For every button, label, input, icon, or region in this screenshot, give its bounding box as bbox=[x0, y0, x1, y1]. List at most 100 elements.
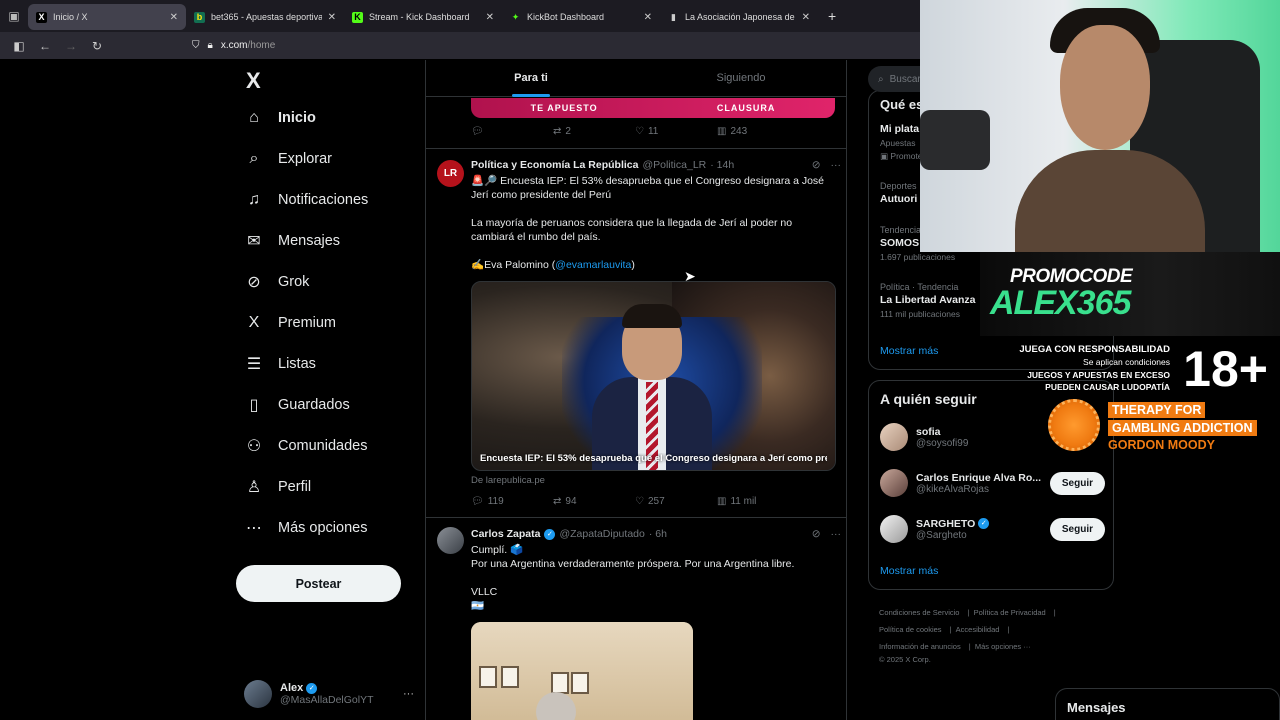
show-more-link[interactable]: Mostrar más bbox=[880, 565, 938, 577]
nav-item-grok[interactable]: ⊘ Grok bbox=[244, 272, 309, 292]
nav-label: Listas bbox=[278, 356, 316, 372]
nav-item-premium[interactable]: X Premium bbox=[244, 313, 336, 333]
therapy-text: GAMBLING ADDICTION bbox=[1108, 420, 1257, 436]
more-icon[interactable]: ··· bbox=[403, 688, 414, 700]
tab-title: KickBot Dashboard bbox=[527, 12, 605, 22]
x-logo-icon[interactable]: X bbox=[246, 68, 261, 94]
browser-tab[interactable]: ✦ KickBot Dashboard ✕ bbox=[502, 4, 660, 30]
close-tab-icon[interactable]: ✕ bbox=[802, 12, 810, 23]
gambling-warning: JUEGA CON RESPONSABILIDAD Se aplican con… bbox=[1000, 341, 1280, 456]
post-avatar[interactable]: LR bbox=[437, 160, 464, 187]
search-icon: ⌕ bbox=[878, 73, 884, 85]
avatar bbox=[880, 515, 908, 543]
nav-item-notificaciones[interactable]: ♫ Notificaciones bbox=[244, 190, 368, 210]
sidebar-toggle-icon[interactable]: ◧ bbox=[8, 39, 30, 53]
new-tab-button[interactable]: + bbox=[818, 8, 846, 24]
follow-button[interactable]: Seguir bbox=[1049, 517, 1105, 541]
post-author[interactable]: Política y Economía La República bbox=[471, 159, 638, 171]
browser-nav-bar: ◧ ← → ↻ ⛉ 🔒︎ x.com/home bbox=[0, 32, 920, 59]
browser-tab[interactable]: ▮ La Asociación Japonesa de Fútbol ✕ bbox=[660, 4, 818, 30]
follow-button[interactable]: Seguir bbox=[1049, 471, 1105, 495]
browser-tab-bar: ▣ X Inicio / X ✕ b bet365 - Apuestas depo… bbox=[0, 0, 920, 32]
url-bar[interactable]: ⛉ 🔒︎ x.com/home bbox=[192, 40, 275, 51]
post-image[interactable]: Encuesta IEP: El 53% desaprueba que el C… bbox=[471, 281, 836, 471]
link-source[interactable]: De larepublica.pe bbox=[471, 475, 545, 486]
account-switcher[interactable]: Alex ✓ @MasAllaDelGolYT ··· bbox=[244, 680, 414, 708]
post-image[interactable] bbox=[471, 622, 693, 720]
like-button[interactable]: ♡ 257 bbox=[635, 496, 717, 507]
mention-link[interactable]: @evamarlauvita bbox=[555, 259, 631, 271]
footer-links: Condiciones de Servicio | Política de Pri… bbox=[879, 608, 1056, 664]
like-button[interactable]: ♡ 11 bbox=[635, 126, 717, 137]
browser-tab[interactable]: X Inicio / X ✕ bbox=[28, 4, 186, 30]
nav-item-más-opciones[interactable]: ⋯ Más opciones bbox=[244, 518, 367, 538]
post-handle[interactable]: @Politica_LR bbox=[642, 159, 706, 171]
avatar bbox=[880, 423, 908, 451]
footer-link[interactable]: Política de Privacidad bbox=[974, 608, 1046, 617]
nav-label: Premium bbox=[278, 315, 337, 331]
promo-media-strip: TE APUESTO CLAUSURA bbox=[471, 98, 835, 118]
reply-button[interactable]: 💬︎ 119 bbox=[471, 496, 553, 507]
post-handle[interactable]: @ZapataDiputado bbox=[559, 528, 644, 540]
footer-link[interactable]: Política de cookies bbox=[879, 625, 942, 634]
tab-for-you[interactable]: Para ti bbox=[426, 60, 636, 97]
post-author[interactable]: Carlos Zapata bbox=[471, 528, 540, 540]
show-more-link[interactable]: Mostrar más bbox=[880, 345, 938, 357]
messages-drawer[interactable]: Mensajes bbox=[1055, 688, 1280, 720]
footer-link[interactable]: Condiciones de Servicio bbox=[879, 608, 959, 617]
trend-item[interactable]: Política · Tendencia La Libertad Avanza … bbox=[880, 282, 976, 319]
nav-icon: ⌂ bbox=[249, 109, 259, 126]
nav-item-guardados[interactable]: ▯ Guardados bbox=[244, 395, 350, 415]
reply-button[interactable]: 💬︎ bbox=[471, 126, 553, 137]
more-icon[interactable]: ··· bbox=[831, 159, 842, 171]
reload-button[interactable]: ↻ bbox=[86, 39, 108, 53]
nav-item-inicio[interactable]: ⌂ Inicio bbox=[244, 108, 316, 128]
post-button[interactable]: Postear bbox=[236, 565, 401, 602]
back-button[interactable]: ← bbox=[34, 39, 56, 53]
heart-icon: ♡ bbox=[635, 496, 644, 507]
repost-button[interactable]: ⇄ 2 bbox=[553, 126, 635, 137]
browser-tab[interactable]: K Stream - Kick Dashboard ✕ bbox=[344, 4, 502, 30]
follow-suggestion[interactable]: SARGHETO ✓ @Sargheto Seguir bbox=[880, 515, 1105, 543]
post-text-line: VLLC bbox=[471, 586, 498, 598]
nav-item-explorar[interactable]: ⌕ Explorar bbox=[244, 149, 332, 169]
verified-icon: ✓ bbox=[306, 682, 318, 694]
tab-list-icon[interactable]: ▣ bbox=[0, 9, 28, 23]
close-tab-icon[interactable]: ✕ bbox=[170, 12, 178, 23]
views-button[interactable]: ▥ 243 bbox=[717, 126, 799, 137]
browser-tab[interactable]: b bet365 - Apuestas deportivas en ✕ bbox=[186, 4, 344, 30]
post-time[interactable]: · 14h bbox=[710, 159, 734, 171]
footer-link[interactable]: Información de anuncios bbox=[879, 642, 961, 651]
reply-icon: 💬︎ bbox=[471, 126, 484, 137]
nav-icon: ✉ bbox=[247, 233, 261, 250]
grok-icon[interactable]: ⊘ bbox=[812, 159, 821, 171]
footer-link[interactable]: Accesibilidad bbox=[956, 625, 1000, 634]
views-button[interactable]: ▥ 11 mil bbox=[717, 496, 799, 507]
verified-icon: ✓ bbox=[544, 528, 556, 540]
trend-item[interactable]: Deportes Autuori bbox=[880, 181, 917, 205]
post-time[interactable]: · 6h bbox=[649, 528, 667, 540]
warning-line: JUEGOS Y APUESTAS EN EXCESO bbox=[1027, 370, 1170, 380]
forward-button[interactable]: → bbox=[60, 39, 82, 53]
close-tab-icon[interactable]: ✕ bbox=[486, 12, 494, 23]
image-caption: Encuesta IEP: El 53% desaprueba que el C… bbox=[480, 453, 827, 464]
tab-following[interactable]: Siguiendo bbox=[636, 60, 846, 96]
footer-link[interactable]: Más opciones ··· bbox=[975, 642, 1031, 651]
tab-title: La Asociación Japonesa de Fútbol bbox=[685, 12, 796, 22]
follow-suggestion[interactable]: Carlos Enrique Alva Ro... @kikeAlvaRojas … bbox=[880, 469, 1105, 497]
close-tab-icon[interactable]: ✕ bbox=[328, 12, 336, 23]
grok-icon[interactable]: ⊘ bbox=[812, 528, 821, 540]
post-avatar[interactable] bbox=[437, 527, 464, 554]
repost-button[interactable]: ⇄ 94 bbox=[553, 496, 635, 507]
nav-item-comunidades[interactable]: ⚇ Comunidades bbox=[244, 436, 368, 456]
nav-item-mensajes[interactable]: ✉ Mensajes bbox=[244, 231, 340, 251]
url-path: /home bbox=[247, 40, 276, 51]
promocode-banner: PROMOCODE ALEX365 bbox=[980, 252, 1280, 336]
views-icon: ▥ bbox=[717, 126, 727, 137]
nav-item-listas[interactable]: ☰ Listas bbox=[244, 354, 316, 374]
microphone-icon bbox=[920, 110, 990, 170]
nav-label: Explorar bbox=[278, 151, 332, 167]
more-icon[interactable]: ··· bbox=[831, 528, 842, 540]
close-tab-icon[interactable]: ✕ bbox=[644, 12, 652, 23]
nav-item-perfil[interactable]: ♙ Perfil bbox=[244, 477, 311, 497]
